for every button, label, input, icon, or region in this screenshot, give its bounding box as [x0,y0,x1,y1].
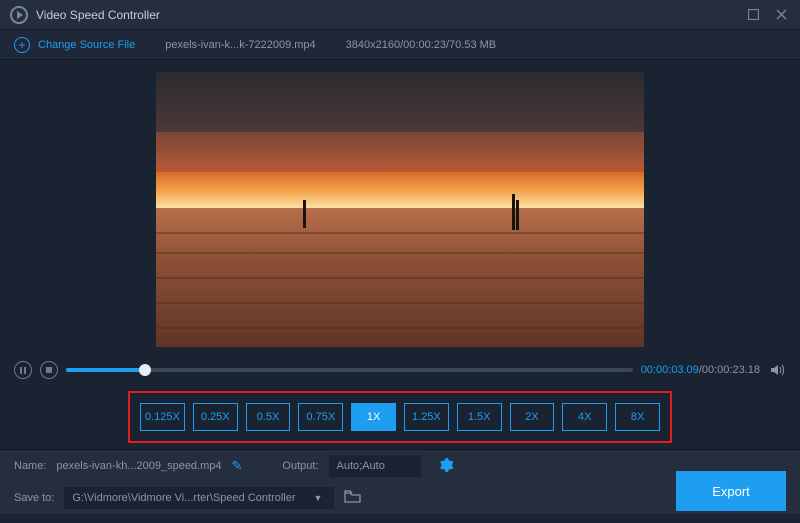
output-label: Output: [282,460,318,472]
saveto-label: Save to: [14,492,54,504]
speed-4[interactable]: 4X [562,403,607,431]
name-label: Name: [14,460,46,472]
close-button[interactable] [772,6,790,24]
total-time: 00:00:23.18 [702,364,760,376]
edit-name-button[interactable]: ✎ [232,458,243,474]
speed-section: 0.125X 0.25X 0.5X 0.75X 1X 1.25X 1.5X 2X… [0,385,800,449]
export-label: Export [712,484,750,499]
pause-icon [20,367,26,374]
change-source-label: Change Source File [38,39,135,51]
time-display: 00:00:03.09/00:00:23.18 [641,364,760,376]
maximize-button[interactable] [744,6,762,24]
playback-controls: 00:00:03.09/00:00:23.18 [0,355,800,385]
window-title: Video Speed Controller [36,8,734,22]
folder-icon [344,490,362,504]
chevron-down-icon: ▼ [309,493,326,503]
pause-button[interactable] [14,361,32,379]
speed-1[interactable]: 1X [351,403,396,431]
open-folder-button[interactable] [344,490,362,507]
saveto-dropdown[interactable]: G:\Vidmore\Vidmore Vi...rter\Speed Contr… [64,487,334,509]
speed-075[interactable]: 0.75X [298,403,343,431]
gear-icon [439,458,453,472]
source-row: + Change Source File pexels-ivan-k...k-7… [0,30,800,60]
speed-05[interactable]: 0.5X [246,403,291,431]
current-time: 00:00:03.09 [641,364,699,376]
volume-button[interactable] [768,361,786,379]
speed-2[interactable]: 2X [510,403,555,431]
speed-025[interactable]: 0.25X [193,403,238,431]
stop-button[interactable] [40,361,58,379]
output-value: Auto;Auto [337,460,385,472]
speed-8[interactable]: 8X [615,403,660,431]
video-preview[interactable] [156,72,644,347]
change-source-button[interactable]: + Change Source File [14,37,135,53]
seek-progress [66,368,145,372]
app-logo-icon [10,6,28,24]
stop-icon [46,367,52,373]
preview-area [0,60,800,355]
seek-slider[interactable] [66,368,633,372]
output-settings-button[interactable] [439,458,453,475]
output-filename: pexels-ivan-kh...2009_speed.mp4 [56,460,221,472]
saveto-path: G:\Vidmore\Vidmore Vi...rter\Speed Contr… [72,492,295,504]
source-filename: pexels-ivan-k...k-7222009.mp4 [165,39,315,51]
speed-15[interactable]: 1.5X [457,403,502,431]
seek-thumb[interactable] [139,364,151,376]
source-meta: 3840x2160/00:00:23/70.53 MB [346,39,496,51]
export-button[interactable]: Export [676,471,786,511]
speed-buttons-row: 0.125X 0.25X 0.5X 0.75X 1X 1.25X 1.5X 2X… [128,391,672,443]
plus-icon: + [14,37,30,53]
speed-0125[interactable]: 0.125X [140,403,185,431]
output-dropdown[interactable]: Auto;Auto [329,455,421,477]
titlebar: Video Speed Controller [0,0,800,30]
speed-125[interactable]: 1.25X [404,403,449,431]
